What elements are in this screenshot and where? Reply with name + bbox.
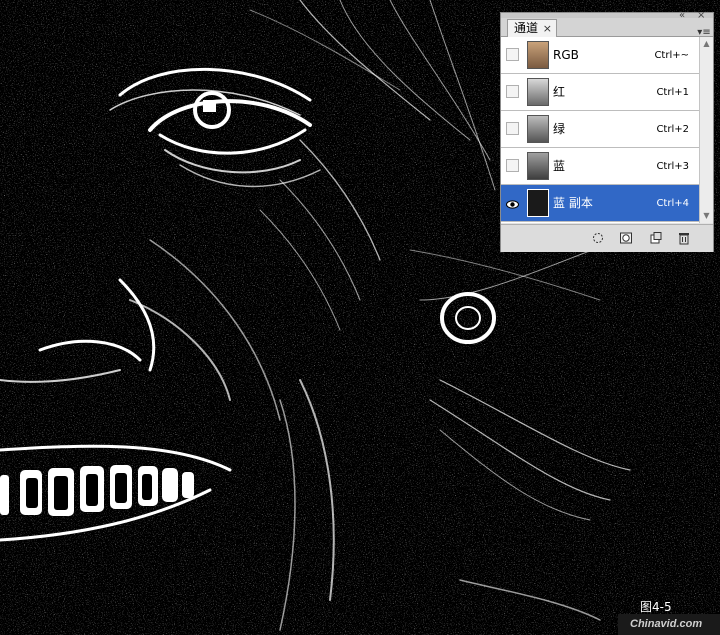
visibility-toggle[interactable] [506,122,519,135]
delete-channel-icon[interactable] [677,231,691,245]
scroll-up-arrow-icon[interactable]: ▲ [700,37,713,51]
visibility-toggle[interactable] [506,48,519,61]
channel-row-red[interactable]: 红 Ctrl+1 [501,74,699,111]
panel-tab-row: 通道 × ▾≡ [501,18,713,38]
channel-name: RGB [553,48,579,62]
channel-list-scrollbar[interactable]: ▲ ▼ [699,37,713,223]
channel-shortcut: Ctrl+2 [656,124,689,135]
channel-thumbnail [527,152,549,180]
channel-row-rgb[interactable]: RGB Ctrl+~ [501,37,699,74]
channel-list: RGB Ctrl+~ 红 Ctrl+1 绿 Ctrl+2 蓝 Ctrl+3 蓝 [501,37,699,223]
channels-panel: « × 通道 × ▾≡ RGB Ctrl+~ 红 Ctrl+1 绿 Ctrl+2 [500,10,714,252]
tab-channels-label: 通道 [514,21,539,35]
panel-bottom-toolbar [501,224,713,252]
channel-name: 红 [553,85,566,99]
channel-name: 绿 [553,122,566,136]
channel-name: 蓝 副本 [553,196,593,210]
channel-shortcut: Ctrl+~ [654,50,689,61]
channel-shortcut: Ctrl+1 [656,87,689,98]
channel-row-blue-copy[interactable]: 蓝 副本 Ctrl+4 [501,185,699,222]
channel-row-green[interactable]: 绿 Ctrl+2 [501,111,699,148]
visibility-toggle[interactable] [506,85,519,98]
channel-name: 蓝 [553,159,566,173]
tab-channels[interactable]: 通道 × [507,19,558,37]
channel-thumbnail [527,78,549,106]
tab-close-icon[interactable]: × [543,20,552,37]
scroll-down-arrow-icon[interactable]: ▼ [700,209,713,223]
load-selection-icon[interactable] [591,231,605,245]
channel-shortcut: Ctrl+4 [656,198,689,209]
watermark-text: Chinavid.com [630,618,703,630]
save-selection-icon[interactable] [619,231,633,245]
eye-icon[interactable] [506,196,519,209]
figure-caption: 图4-5 [640,600,672,614]
channel-shortcut: Ctrl+3 [656,161,689,172]
channel-thumbnail [527,115,549,143]
channel-thumbnail [527,41,549,69]
visibility-toggle[interactable] [506,159,519,172]
channel-thumbnail [527,189,549,217]
channel-row-blue[interactable]: 蓝 Ctrl+3 [501,148,699,185]
new-channel-icon[interactable] [649,231,663,245]
